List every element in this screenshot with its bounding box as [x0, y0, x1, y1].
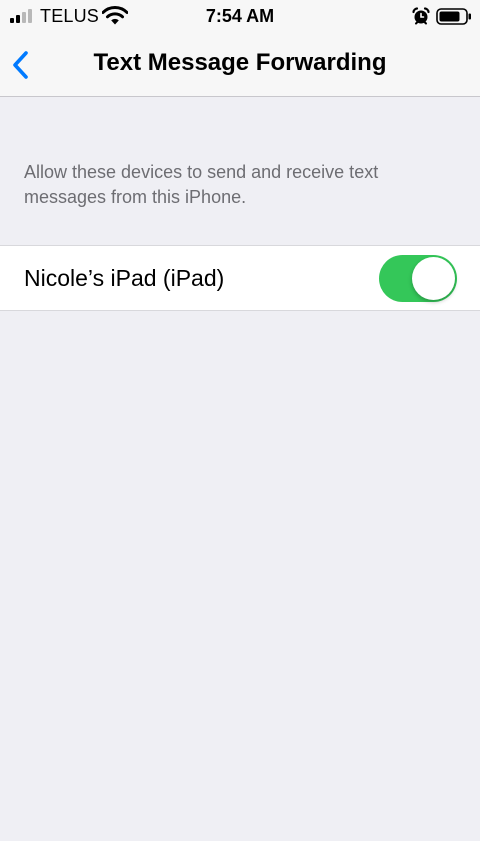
page-title: Text Message Forwarding — [93, 49, 387, 76]
device-label: Nicole’s iPad (iPad) — [24, 265, 225, 291]
navigation-bar: Text Message Forwarding — [0, 33, 480, 97]
list-item-device: Nicole’s iPad (iPad) — [0, 245, 480, 311]
device-forwarding-toggle[interactable] — [379, 255, 457, 302]
alarm-icon — [412, 7, 430, 25]
toggle-knob — [412, 257, 455, 300]
status-bar: TELUS 7:54 AM — [0, 0, 480, 33]
section-description: Allow these devices to send and receive … — [24, 162, 379, 207]
battery-icon — [436, 8, 471, 25]
status-time: 7:54 AM — [205, 6, 275, 26]
